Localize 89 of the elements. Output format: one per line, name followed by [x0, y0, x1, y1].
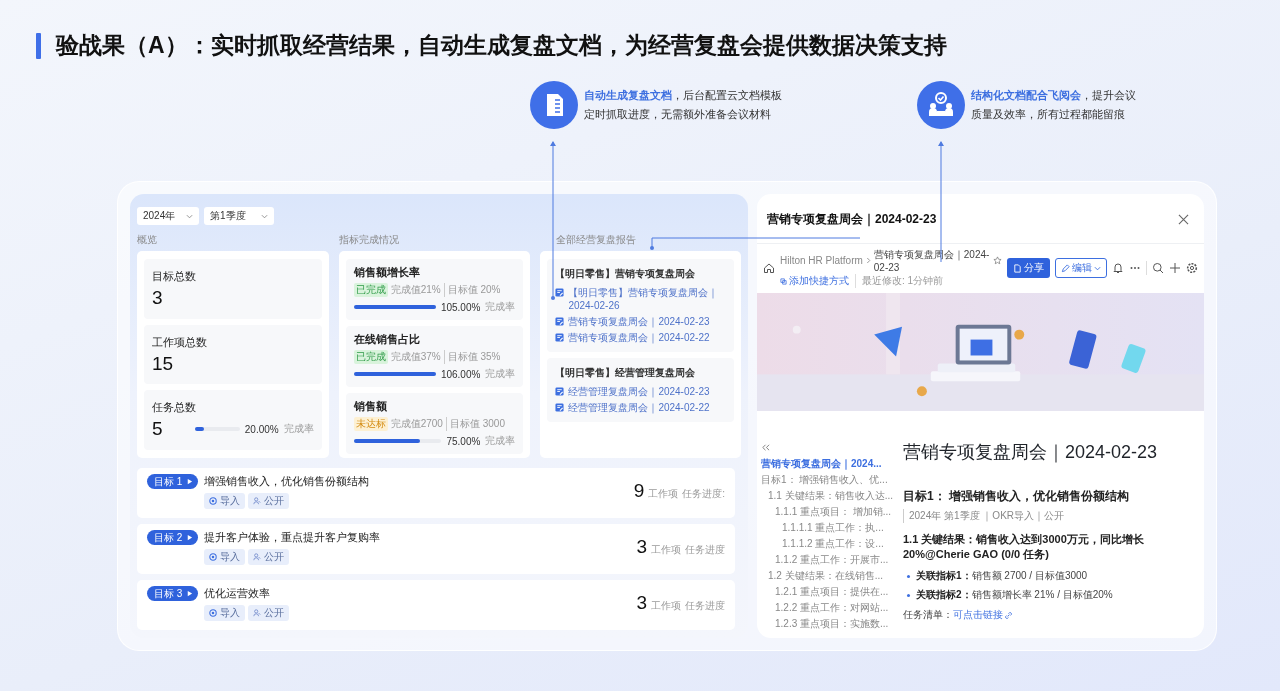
key-result: 1.1 关键结果：销售收入达到3000万元，同比增长20%@Cherie GAO (0/0 任务): [903, 532, 1145, 562]
target-value: 目标值 20%: [443, 283, 501, 297]
tag-label: 公开: [264, 494, 285, 508]
filter-dropdown[interactable]: 2024年: [137, 207, 199, 225]
document-meta: 2024年 第1季度 ｜OKR导入｜公开: [903, 509, 1198, 523]
stat-label: 工作项总数: [152, 334, 208, 350]
document-heading: 营销专项复盘周会｜2024-02-23: [903, 441, 1159, 464]
indicator-name: 在线销售占比: [353, 332, 421, 347]
stat-value: 5: [152, 418, 164, 441]
unit-label: 工作项: [648, 487, 679, 501]
outline-item[interactable]: 1.1.1.2 重点工作：设...: [761, 537, 889, 550]
unit-label: 工作项: [651, 599, 681, 613]
slide-title: 验战果（A）：实时抓取经营结果，自动生成复盘文档，为经营复盘会提供数据决策支持: [56, 31, 947, 60]
task-label: 任务清单：: [903, 608, 953, 622]
count-value: 3: [636, 592, 647, 614]
outline-item[interactable]: 目标1： 增强销售收入、优...: [761, 473, 889, 486]
bullet-text: 关联指标2：销售额增长率 21% / 目标值20%: [916, 588, 1113, 602]
target-value: 目标值 3000: [445, 417, 505, 431]
goal-tag[interactable]: 目标 3: [147, 586, 199, 601]
status-tag: 未达标: [353, 417, 388, 431]
percent-text: 20.00%: [244, 423, 279, 435]
modified-time: 最近修改: 1分钟前: [855, 274, 944, 288]
status-tag: 已完成: [353, 283, 388, 297]
outline-item[interactable]: 1.1.1.1 重点工作：执...: [761, 521, 889, 534]
tag-label: 导入: [220, 550, 241, 564]
outline-item[interactable]: 1.1.2 重点工作：开展市...: [761, 553, 889, 566]
percent-text: 105.00%: [440, 301, 481, 313]
stat-value: 15: [152, 352, 175, 375]
progress-label: 任务进度: [685, 599, 725, 613]
shortcut-link[interactable]: 添加快捷方式: [780, 274, 849, 288]
indicator-name: 销售额增长率: [353, 265, 421, 280]
tag-label: 导入: [220, 606, 241, 620]
goal-tag[interactable]: 目标 1: [147, 474, 199, 489]
goal-title: 提升客户体验，重点提升客户复购率: [204, 530, 382, 545]
outline-item[interactable]: 1.2.1 重点项目：提供在...: [761, 585, 889, 598]
goal-heading: 目标1： 增强销售收入，优化销售份额结构: [903, 488, 1130, 505]
report-group-title: 【明日零售】营销专项复盘周会: [555, 267, 697, 281]
count-value: 9: [633, 480, 645, 502]
report-group-title: 【明日零售】经营管理复盘周会: [555, 366, 697, 380]
breadcrumb-current: 营销专项复盘周会｜2024-02-23: [873, 248, 990, 273]
section-heading: 指标完成情况: [338, 233, 400, 247]
actual-value: 完成值21%: [390, 283, 441, 297]
callout-text: 质量及效率，所有过程都能留痕: [971, 107, 1126, 122]
outline-item[interactable]: 1.2.2 重点工作：对网站...: [761, 601, 889, 614]
outline-item[interactable]: 营销专项复盘周会｜2024...: [761, 457, 889, 470]
actual-value: 完成值37%: [390, 350, 441, 364]
breadcrumb-link[interactable]: Hilton HR Platform: [780, 255, 863, 266]
stat-label: 目标总数: [152, 268, 197, 284]
goal-tag[interactable]: 目标 2: [147, 530, 199, 545]
progress-label: 任务进度:: [682, 487, 725, 501]
rate-label: 完成率: [485, 300, 516, 314]
indicator-name: 销售额: [353, 399, 388, 414]
tag-label: 导入: [220, 494, 241, 508]
goal-title: 增强销售收入，优化销售份额结构: [204, 474, 371, 489]
unit-label: 工作项: [651, 543, 681, 557]
stat-label: 任务总数: [152, 400, 197, 416]
count-value: 3: [636, 536, 647, 558]
outline-item[interactable]: 1.2 关键结果：在线销售...: [761, 569, 889, 582]
callout-text: 结构化文档配合飞阅会，提升会议: [971, 88, 1136, 103]
section-heading: 概览: [137, 233, 158, 247]
rate-label: 完成率: [485, 434, 516, 448]
stat-value: 3: [152, 286, 164, 309]
status-tag: 已完成: [353, 350, 388, 364]
tag-label: 公开: [264, 550, 285, 564]
goal-title: 优化运营效率: [204, 586, 272, 601]
callout-text: 定时抓取进度，无需额外准备会议材料: [584, 107, 772, 122]
share-button[interactable]: 分享: [1007, 258, 1050, 278]
report-link[interactable]: 经营管理复盘周会｜2024-02-22: [555, 401, 726, 414]
tag-label: 公开: [264, 606, 285, 620]
task-link[interactable]: 可点击链接: [953, 608, 1013, 622]
report-link[interactable]: 经营管理复盘周会｜2024-02-23: [555, 385, 726, 398]
edit-button[interactable]: 编辑: [1055, 258, 1107, 278]
percent-text: 75.00%: [446, 435, 481, 447]
callout-text: 自动生成复盘文档，后台配置云文档模板: [584, 88, 782, 103]
panel-title: 营销专项复盘周会｜2024-02-23: [767, 211, 937, 228]
target-value: 目标值 35%: [443, 350, 501, 364]
rate-label: 完成率: [283, 422, 314, 437]
report-link[interactable]: 营销专项复盘周会｜2024-02-23: [555, 315, 726, 328]
report-link[interactable]: 【明日零售】营销专项复盘周会｜2024-02-26: [555, 286, 726, 312]
filter-dropdown[interactable]: 第1季度: [204, 207, 274, 225]
outline-item[interactable]: 1.2.3 重点项目：实施数...: [761, 617, 889, 630]
rate-label: 完成率: [485, 367, 516, 381]
section-heading: 全部经营复盘报告: [555, 233, 638, 247]
percent-text: 106.00%: [440, 368, 481, 380]
actual-value: 完成值2700: [390, 417, 443, 431]
report-link[interactable]: 营销专项复盘周会｜2024-02-22: [555, 331, 726, 344]
outline-item[interactable]: 1.1.1 重点项目： 增加销...: [761, 505, 889, 518]
bullet-text: 关联指标1：销售额 2700 / 目标值3000: [916, 569, 1088, 583]
progress-label: 任务进度: [685, 543, 725, 557]
